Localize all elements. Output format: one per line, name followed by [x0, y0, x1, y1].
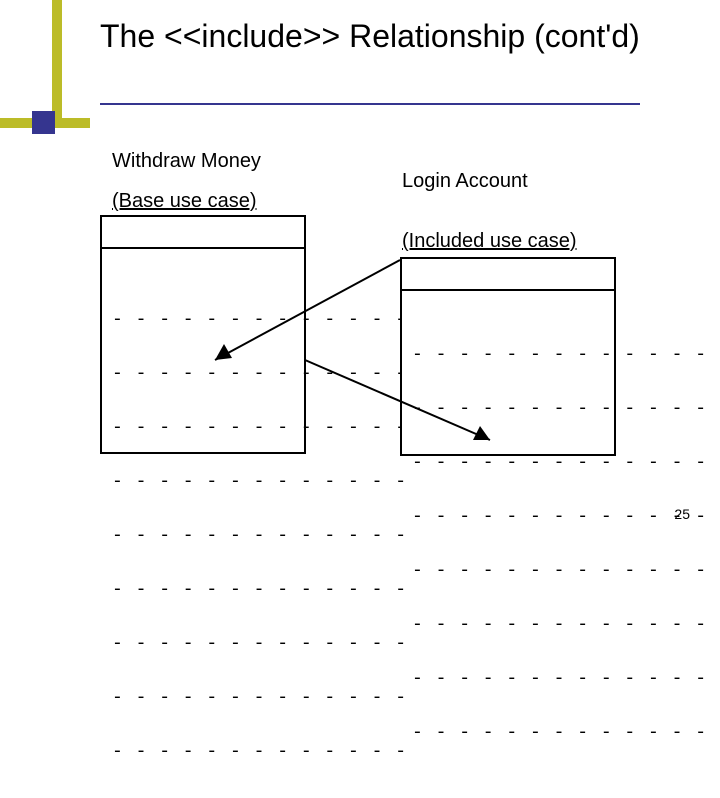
left-usecase-name: Withdraw Money — [112, 148, 261, 174]
dash-row: - - - - - - - - - - - - - — [112, 689, 407, 707]
right-usecase-role: (Included use case) — [402, 228, 577, 254]
left-usecase-role: (Base use case) — [112, 188, 257, 214]
dash-row: - - - - - - - - - - - - - — [412, 346, 707, 364]
dash-row: - - - - - - - - - - - - - — [112, 365, 407, 383]
title-underline — [100, 103, 640, 105]
dash-row: - - - - - - - - - - - - - — [412, 616, 707, 634]
decor-square — [32, 111, 55, 134]
right-usecase-name: Login Account — [402, 168, 528, 194]
dash-row: - - - - - - - - - - - - - — [112, 635, 407, 653]
slide: The <<include>> Relationship (cont'd) Wi… — [0, 0, 720, 540]
dash-row: - - - - - - - - - - - - - — [412, 400, 707, 418]
decor-bar-vertical — [52, 0, 62, 128]
left-box-divider — [102, 247, 304, 249]
dash-row: - - - - - - - - - - - - - — [412, 454, 707, 472]
dash-row: - - - - - - - - - - - - - — [112, 419, 407, 437]
left-box-body: - - - - - - - - - - - - - - - - - - - - … — [112, 275, 407, 797]
dash-row: - - - - - - - - - - - - - — [112, 527, 407, 545]
dash-row: - - - - - - - - - - - - - — [112, 743, 407, 761]
right-box-divider — [402, 289, 614, 291]
dash-row: - - - - - - - - - - - - - — [112, 581, 407, 599]
right-box-body: - - - - - - - - - - - - - - - - - - - - … — [412, 310, 707, 778]
dash-row: - - - - - - - - - - - - - — [112, 473, 407, 491]
dash-row: - - - - - - - - - - - - - — [412, 508, 707, 526]
slide-title: The <<include>> Relationship (cont'd) — [100, 18, 660, 55]
title-block: The <<include>> Relationship (cont'd) — [100, 18, 660, 55]
dash-row: - - - - - - - - - - - - - — [412, 562, 707, 580]
dash-row: - - - - - - - - - - - - - — [412, 724, 707, 742]
dash-row: - - - - - - - - - - - - - — [112, 311, 407, 329]
dash-row: - - - - - - - - - - - - - — [412, 670, 707, 688]
page-number: 25 — [674, 506, 690, 522]
